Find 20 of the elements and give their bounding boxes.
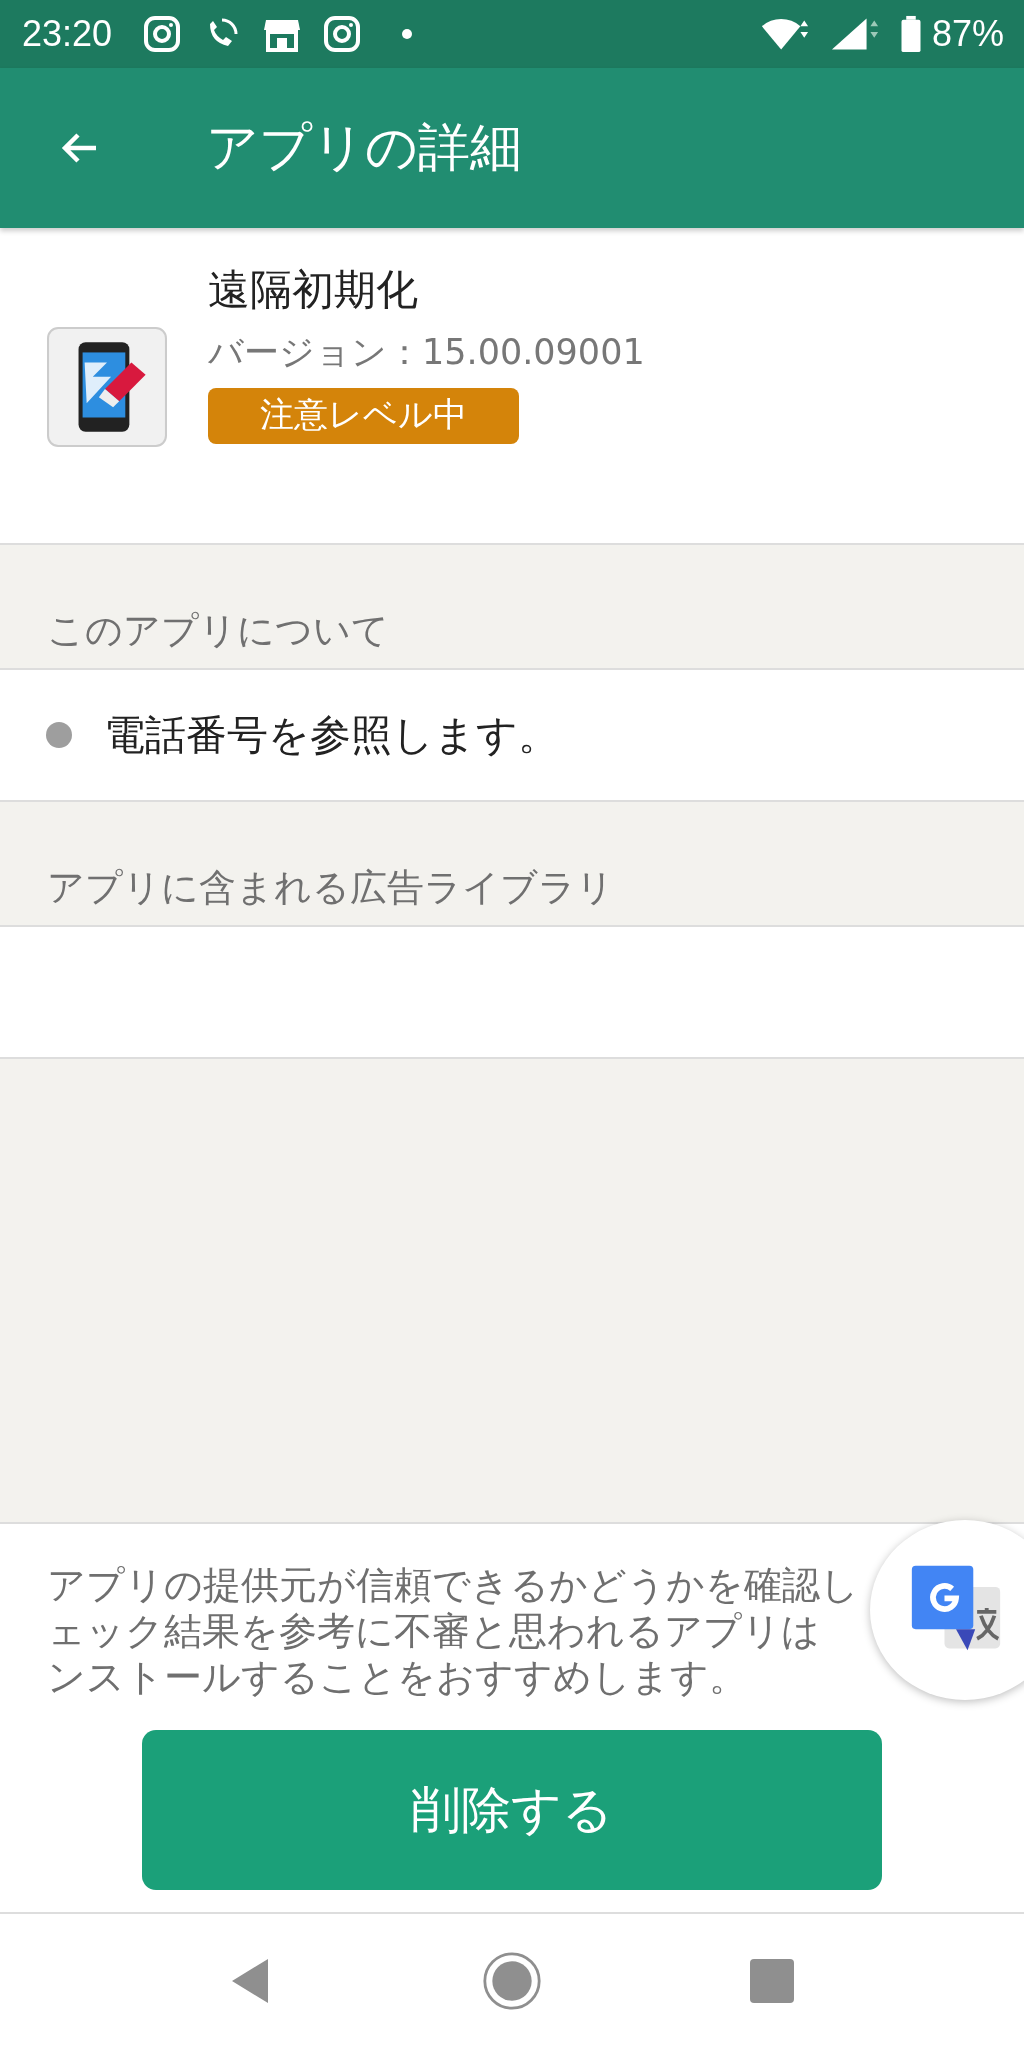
- section-heading: このアプリについて: [47, 608, 389, 654]
- battery-icon: [899, 15, 922, 53]
- app-icon: [46, 326, 168, 448]
- app-version: バージョン：15.00.09001: [208, 331, 645, 374]
- battery-percent: 87%: [931, 13, 1004, 55]
- notice-text: ンストールすることをおすすめします。: [47, 1654, 748, 1700]
- notice-text: アプリの提供元が信頼できるかどうかを確認し: [47, 1562, 860, 1608]
- permission-text: 電話番号を参照します。: [104, 709, 559, 761]
- delete-button[interactable]: 削除する: [142, 1730, 882, 1890]
- camera-icon: [142, 14, 183, 54]
- app-name: 遠隔初期化: [208, 264, 418, 316]
- camera-icon: [322, 14, 363, 54]
- dot-icon: [402, 29, 413, 39]
- warning-level-badge: 注意レベル中: [208, 388, 519, 444]
- section-heading: アプリに含まれる広告ライブラリ: [47, 865, 614, 911]
- bullet-icon: [46, 722, 72, 748]
- screen-title: アプリの詳細: [206, 116, 522, 179]
- notice-text: ェック結果を参考に不審と思われるアプリは: [47, 1608, 821, 1654]
- home-icon[interactable]: [482, 1951, 542, 2011]
- status-time: 23:20: [22, 13, 113, 55]
